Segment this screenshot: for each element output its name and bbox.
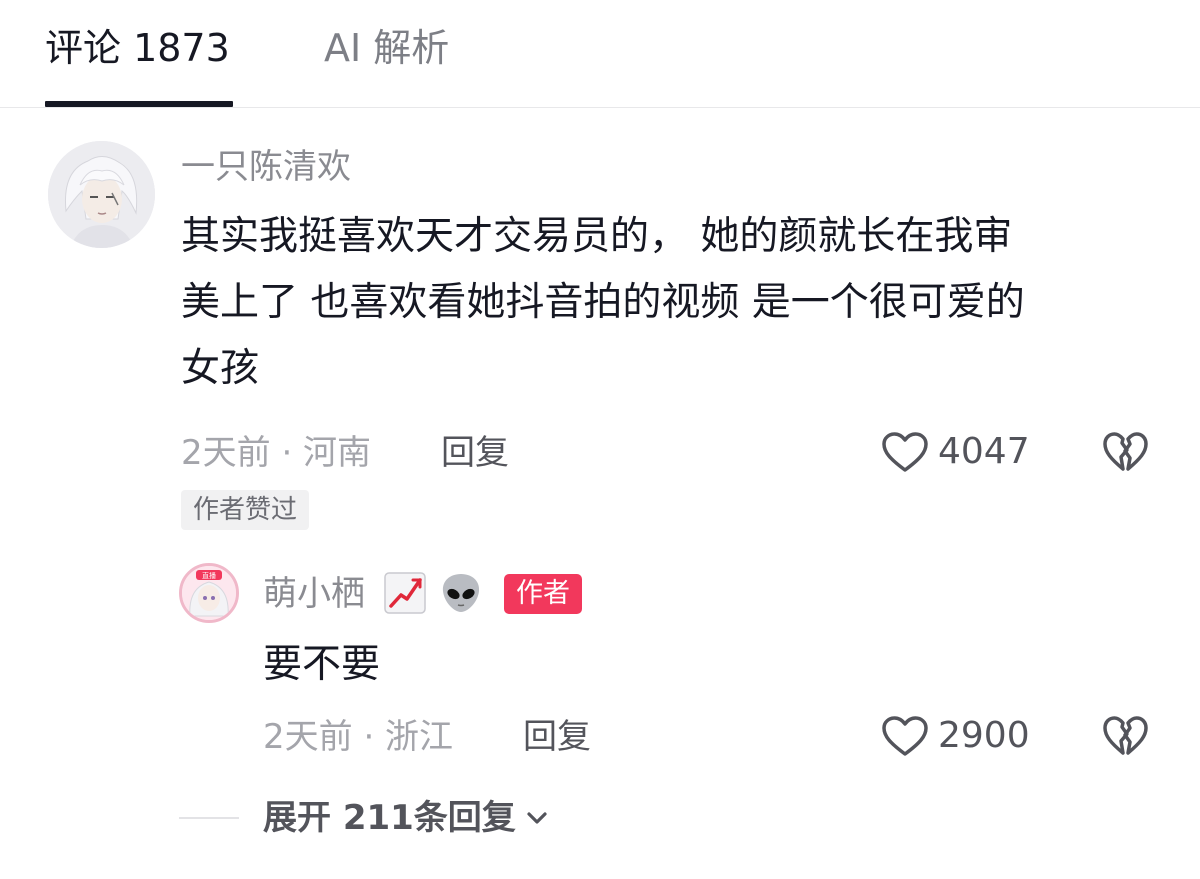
author-liked-badge: 作者赞过: [181, 490, 310, 530]
chevron-down-icon: [527, 812, 547, 824]
chart-increasing-emoji-icon: [383, 570, 427, 616]
like-button[interactable]: 4047: [880, 430, 1030, 474]
reply-button[interactable]: 回复: [523, 716, 591, 758]
reply-text: 要不要: [263, 642, 381, 687]
anime-girl-avatar-icon: 直播: [182, 566, 236, 620]
divider-line: [179, 817, 239, 819]
comment-time-location: 2天前 · 河南: [181, 433, 372, 473]
heart-icon: [882, 432, 928, 472]
live-badge-text: 直播: [202, 571, 216, 580]
reply-author-username[interactable]: 萌小栖: [263, 573, 365, 615]
tab-ai-analysis[interactable]: AI 解析: [324, 24, 449, 72]
tab-comments[interactable]: 评论 1873: [45, 24, 230, 72]
dislike-button[interactable]: [1101, 430, 1149, 478]
reply-time-location: 2天前 · 浙江: [263, 717, 454, 757]
author-badge: 作者: [504, 574, 582, 614]
comment-tabs: 评论 1873 AI 解析: [0, 0, 1200, 108]
active-tab-indicator: [45, 101, 233, 107]
like-count: 4047: [938, 431, 1030, 472]
commenter-username[interactable]: 一只陈清欢: [181, 146, 351, 188]
expand-replies-button[interactable]: 展开 211条回复: [179, 796, 550, 840]
alien-emoji-icon: [439, 570, 483, 616]
broken-heart-icon: [1103, 432, 1148, 471]
comment-text-line: 美上了 也喜欢看她抖音拍的视频 是一个很可爱的: [181, 280, 1025, 325]
reply-button[interactable]: 回复: [441, 432, 509, 474]
reply-author-avatar[interactable]: 直播: [179, 563, 239, 623]
like-button[interactable]: 2900: [880, 714, 1030, 758]
heart-icon: [882, 716, 928, 756]
comment-text-line: 其实我挺喜欢天才交易员的， 她的颜就长在我审: [181, 214, 1013, 259]
comment-text: 其实我挺喜欢天才交易员的， 她的颜就长在我审 美上了 也喜欢看她抖音拍的视频 是…: [181, 204, 1151, 402]
dislike-button[interactable]: [1101, 714, 1149, 762]
broken-heart-icon: [1103, 716, 1148, 755]
anime-avatar-icon: [48, 141, 155, 248]
comment-text-line: 女孩: [181, 346, 260, 391]
commenter-avatar[interactable]: [48, 141, 155, 248]
expand-replies-label: 展开 211条回复: [263, 798, 516, 838]
like-count: 2900: [938, 715, 1030, 756]
